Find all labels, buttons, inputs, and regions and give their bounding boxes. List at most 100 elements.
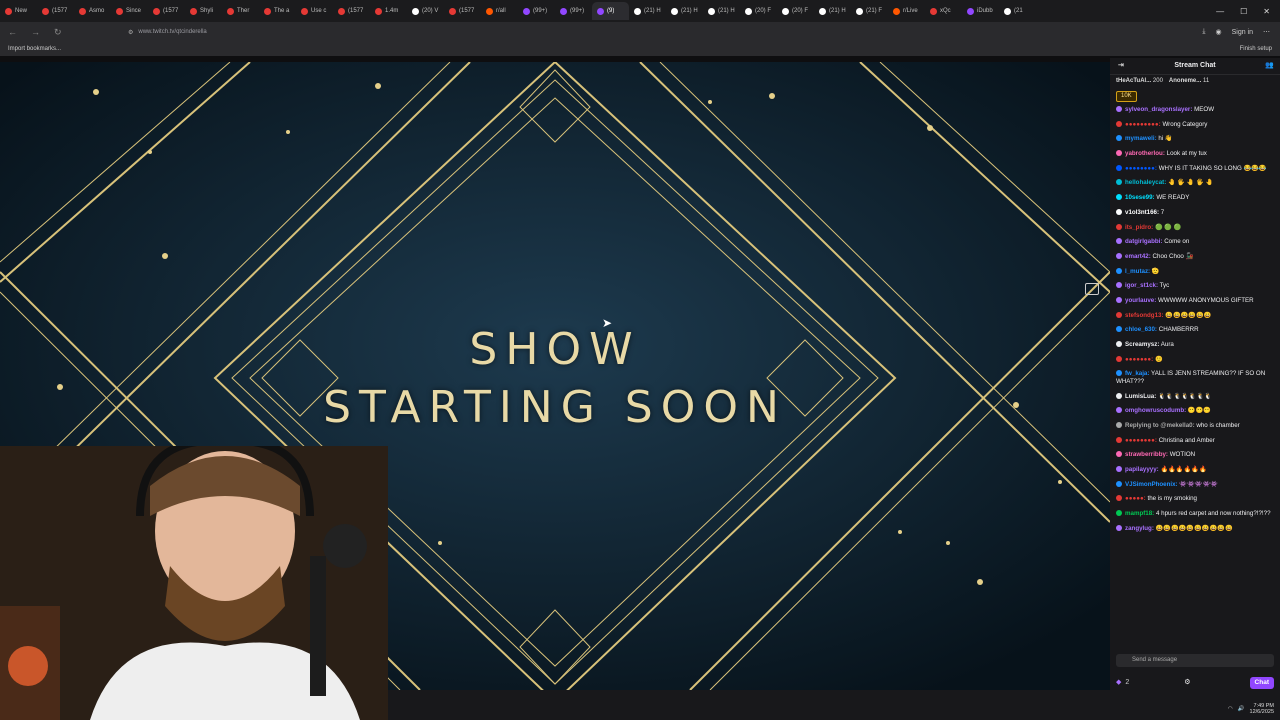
profile-icon[interactable]: ◉ <box>1215 28 1221 36</box>
browser-tab[interactable]: (20) V <box>407 2 444 20</box>
gifter-2[interactable]: Anoneme... 11 <box>1169 78 1209 86</box>
chat-username[interactable]: l_mutaz: <box>1125 268 1150 275</box>
import-bookmarks-link[interactable]: Import bookmarks... <box>0 46 61 52</box>
channel-points[interactable]: 2 <box>1125 679 1129 687</box>
browser-tab[interactable]: (20) F <box>777 2 814 20</box>
download-icon[interactable]: ⤓ <box>1202 28 1205 36</box>
user-badge-icon[interactable] <box>1116 179 1122 186</box>
user-badge-icon[interactable] <box>1116 341 1122 347</box>
user-badge-icon[interactable] <box>1116 238 1122 245</box>
chat-username[interactable]: Screamysz: <box>1125 341 1159 348</box>
user-badge-icon[interactable] <box>1116 267 1122 274</box>
browser-tab[interactable]: r/all <box>481 2 518 20</box>
browser-tab[interactable]: Ther <box>222 2 259 20</box>
gifter-1[interactable]: tHeAcTuAl... 200 <box>1116 78 1163 86</box>
user-badge-icon[interactable] <box>1116 252 1122 259</box>
user-badge-icon[interactable] <box>1116 150 1122 157</box>
browser-tab[interactable]: Since <box>111 2 148 20</box>
finish-setup-button[interactable]: Finish setup <box>1240 46 1280 52</box>
browser-tab[interactable]: (1577 <box>148 2 185 20</box>
browser-tab[interactable]: (20) F <box>740 2 777 20</box>
chat-username[interactable]: hellohaleycat: <box>1125 179 1166 186</box>
chat-username[interactable]: ●●●●●: <box>1125 495 1146 502</box>
user-badge-icon[interactable] <box>1116 326 1122 333</box>
browser-tab[interactable]: (21) F <box>851 2 888 20</box>
browser-tab[interactable]: (1577 <box>37 2 74 20</box>
user-badge-icon[interactable] <box>1116 370 1122 377</box>
browser-tab[interactable]: (21) H <box>814 2 851 20</box>
chat-username[interactable]: mampf18: <box>1125 510 1154 517</box>
collapse-chat-icon[interactable]: ⇥ <box>1118 62 1124 70</box>
bits-icon[interactable]: ◆ <box>1116 679 1121 687</box>
chat-username[interactable]: papilayyyy: <box>1125 466 1159 473</box>
chat-username[interactable]: omghowruscodumb: <box>1125 407 1186 414</box>
volume-icon[interactable]: 🔊 <box>1238 706 1245 712</box>
close-icon[interactable]: ✕ <box>1263 7 1270 16</box>
chat-username[interactable]: zangylug: <box>1125 525 1154 532</box>
user-badge-icon[interactable] <box>1116 194 1122 201</box>
sign-in-button[interactable]: Sign in <box>1232 29 1253 36</box>
wifi-icon[interactable]: ◠ <box>1228 706 1233 712</box>
chat-username[interactable]: Replying to @mekella0: <box>1125 422 1195 429</box>
user-badge-icon[interactable] <box>1116 421 1122 428</box>
chat-username[interactable]: chloe_630: <box>1125 326 1157 333</box>
browser-tab[interactable]: (99+) <box>518 2 555 20</box>
chat-username[interactable]: yourlauve: <box>1125 297 1156 304</box>
user-badge-icon[interactable] <box>1116 135 1122 142</box>
browser-tab[interactable]: (9) <box>592 2 629 20</box>
hype-badge[interactable]: 10K <box>1116 90 1137 102</box>
browser-tab[interactable]: iDubb <box>962 2 999 20</box>
chat-username[interactable]: VJSimonPhoenix: <box>1125 481 1178 488</box>
community-icon[interactable]: 👥 <box>1265 62 1274 70</box>
user-badge-icon[interactable] <box>1116 451 1122 458</box>
site-info-icon[interactable]: ⚙ <box>128 29 133 36</box>
chat-username[interactable]: strawberribby: <box>1125 451 1168 458</box>
user-badge-icon[interactable] <box>1116 466 1122 472</box>
user-badge-icon[interactable] <box>1116 282 1122 289</box>
browser-tab[interactable]: xQc <box>925 2 962 20</box>
browser-tab[interactable]: Asmo <box>74 2 111 20</box>
chat-username[interactable]: datgirlgabbi: <box>1125 238 1162 245</box>
browser-tab[interactable]: (21 <box>999 2 1036 20</box>
user-badge-icon[interactable] <box>1116 392 1122 399</box>
chat-username[interactable]: its_pidro: <box>1125 224 1153 231</box>
browser-tab[interactable]: New <box>0 2 37 20</box>
chat-username[interactable]: igor_st1ck: <box>1125 282 1158 289</box>
browser-tab[interactable]: (21) H <box>703 2 740 20</box>
url-field[interactable]: www.twitch.tv/qtcinderella <box>138 29 206 35</box>
user-badge-icon[interactable] <box>1116 495 1122 502</box>
browser-tab[interactable]: Use c <box>296 2 333 20</box>
chat-username[interactable]: fw_kaja: <box>1125 370 1149 377</box>
user-badge-icon[interactable] <box>1116 120 1122 127</box>
chat-username[interactable]: LumisLua: <box>1125 393 1156 400</box>
browser-tab[interactable]: (21) H <box>629 2 666 20</box>
chat-username[interactable]: ●●●●●●●●: <box>1125 437 1157 444</box>
user-badge-icon[interactable] <box>1116 524 1122 531</box>
browser-tab[interactable]: (1577 <box>444 2 481 20</box>
chat-username[interactable]: sylveon_dragonslayer: <box>1125 106 1192 113</box>
chat-username[interactable]: v1ol3nt166: <box>1125 209 1159 216</box>
user-badge-icon[interactable] <box>1116 296 1122 303</box>
browser-tab[interactable]: Shyli <box>185 2 222 20</box>
user-badge-icon[interactable] <box>1116 407 1122 414</box>
user-badge-icon[interactable] <box>1116 480 1122 487</box>
menu-icon[interactable]: ⋯ <box>1263 28 1270 36</box>
user-badge-icon[interactable] <box>1116 355 1122 362</box>
browser-tab[interactable]: 1.4m <box>370 2 407 20</box>
forward-icon[interactable]: → <box>31 27 40 38</box>
chat-username[interactable]: ●●●●●●●●: <box>1125 165 1157 172</box>
chat-username[interactable]: ●●●●●●●: <box>1125 356 1153 363</box>
chat-username[interactable]: stefsondg13: <box>1125 312 1164 319</box>
clock[interactable]: 7:49 PM 12/6/2025 <box>1250 703 1274 715</box>
user-badge-icon[interactable] <box>1116 311 1122 318</box>
chat-send-button[interactable]: Chat <box>1249 677 1274 689</box>
browser-tab[interactable]: r/Live <box>888 2 925 20</box>
user-badge-icon[interactable] <box>1116 208 1122 215</box>
user-badge-icon[interactable] <box>1116 106 1122 112</box>
maximize-icon[interactable]: ☐ <box>1240 7 1247 16</box>
user-badge-icon[interactable] <box>1116 510 1122 517</box>
reload-icon[interactable]: ↻ <box>54 27 62 38</box>
back-icon[interactable]: ← <box>8 27 17 38</box>
browser-tab[interactable]: (99+) <box>555 2 592 20</box>
minimize-icon[interactable]: — <box>1216 7 1224 16</box>
